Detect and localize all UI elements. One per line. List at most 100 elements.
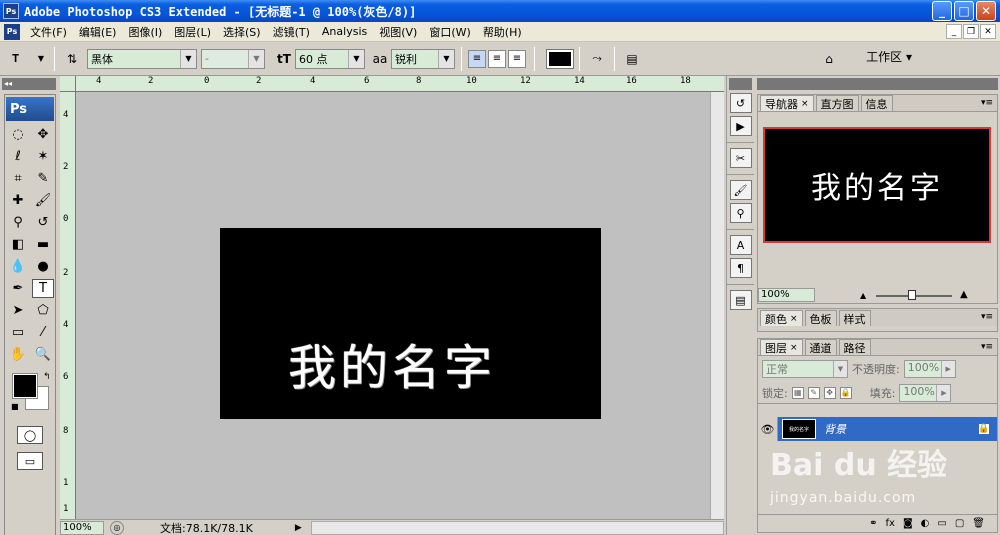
ruler-origin[interactable] [60,76,76,92]
zoom-level-field[interactable]: 100% [60,520,104,535]
history-panel-icon[interactable]: ↺ [729,93,752,113]
lock-transparency-icon[interactable]: ▦ [791,386,804,399]
layer-style-icon[interactable]: fx [886,518,895,529]
opacity-field[interactable]: 100% ▶ [903,360,956,378]
menu-window[interactable]: 窗口(W) [423,24,476,40]
tab-navigator[interactable]: 导航器 × [760,95,814,111]
default-colors-icon[interactable]: ■ [11,402,19,411]
eye-icon[interactable]: 👁 [758,417,778,441]
quick-mask-icon[interactable]: ◯ [17,426,43,444]
path-selection-tool-icon[interactable]: ➤ [7,301,29,320]
tab-swatches[interactable]: 色板 [804,310,837,326]
lasso-tool-icon[interactable]: ℓ [7,147,29,166]
layer-comps-icon[interactable]: ▤ [729,290,752,310]
font-style-select[interactable]: - ▼ [201,48,265,69]
tab-paths[interactable]: 路径 [838,339,871,355]
antialias-select[interactable]: 锐利 ▼ [391,48,455,69]
new-layer-icon[interactable]: ▢ [955,518,964,529]
bridge-icon[interactable]: ⌂ [818,48,840,70]
trash-icon[interactable]: 🗑 [972,518,985,529]
close-icon[interactable]: × [801,99,809,109]
fill-field[interactable]: 100% ▶ [899,383,952,402]
navigator-zoom-field[interactable]: 100% [758,288,815,302]
warp-text-icon[interactable]: ⤳ [586,48,608,70]
layer-row-background[interactable]: 👁 我的名字 背景 🔒 [758,417,997,441]
eraser-tool-icon[interactable]: ◧ [7,235,29,254]
zoom-in-icon[interactable]: ▲ [960,289,968,300]
clone-stamp-tool-icon[interactable]: ⚲ [7,213,29,232]
layer-selected[interactable]: 我的名字 背景 🔒 [778,417,997,441]
dock-collapse-bar[interactable] [729,78,752,90]
close-button[interactable]: ✕ [976,1,996,21]
clone-source-icon[interactable]: ⚲ [729,203,752,223]
tab-channels[interactable]: 通道 [804,339,837,355]
align-right-button[interactable]: ≡ [508,49,526,68]
brushes-panel-icon[interactable]: 🖌 [729,180,752,200]
doc-minimize-button[interactable]: _ [946,24,962,39]
layer-name[interactable]: 背景 [824,421,846,437]
new-group-icon[interactable]: ▭ [937,518,946,529]
notes-tool-icon[interactable]: ▭ [7,323,29,342]
maximize-button[interactable]: □ [954,1,974,21]
tool-presets-icon[interactable]: ✂ [729,148,752,168]
paragraph-panel-icon[interactable]: ¶ [729,258,752,278]
gradient-tool-icon[interactable]: ▬ [32,235,54,254]
toggle-text-orientation-icon[interactable]: ⇅ [61,48,83,70]
panels-collapse-bar[interactable] [757,78,998,90]
type-tool-icon[interactable]: T [32,279,54,298]
lock-all-icon[interactable]: 🔒 [839,386,852,399]
panel-menu-icon[interactable]: ▾≡ [981,342,993,352]
horizontal-scrollbar[interactable] [310,520,724,535]
navigator-zoom-knob[interactable] [908,290,916,300]
document-image[interactable]: 我的名字 [220,228,601,419]
menu-select[interactable]: 选择(S) [217,24,267,40]
lock-position-icon[interactable]: ✥ [823,386,836,399]
crop-tool-icon[interactable]: ⌗ [7,169,29,188]
slice-tool-icon[interactable]: ✎ [32,169,54,188]
horizontal-ruler[interactable]: 4 2 0 2 4 6 8 10 12 14 16 18 [76,76,724,92]
blur-tool-icon[interactable]: 💧 [7,257,29,276]
foreground-color-swatch[interactable] [12,373,38,399]
vertical-scrollbar[interactable] [710,92,724,522]
zoom-out-icon[interactable]: ▲ [860,291,866,300]
image-text-layer[interactable]: 我的名字 [288,328,496,398]
layer-mask-icon[interactable]: ◙ [903,518,913,529]
doc-restore-button[interactable]: ❐ [963,24,979,39]
tool-preset-picker[interactable]: 𝐓 ▼ [8,46,48,72]
tab-histogram[interactable]: 直方图 [815,95,859,111]
zoom-tool-icon[interactable]: 🔍 [32,345,54,364]
shape-tool-icon[interactable]: ⬠ [32,301,54,320]
close-icon[interactable]: × [790,314,798,324]
font-size-select[interactable]: 60 点 ▼ [295,48,365,69]
menu-filter[interactable]: 滤镜(T) [267,24,316,40]
move-tool-icon[interactable]: ✥ [32,125,54,144]
swap-colors-icon[interactable]: ↰ [43,372,51,382]
close-icon[interactable]: × [790,343,798,353]
menu-image[interactable]: 图像(I) [122,24,168,40]
menu-help[interactable]: 帮助(H) [477,24,528,40]
eyedropper-tool-icon[interactable]: ⁄ [32,323,54,342]
text-color-swatch[interactable] [546,48,574,69]
photoshop-logo[interactable]: Ps [6,97,54,121]
screen-mode-icon[interactable]: ▭ [17,452,43,470]
tab-layers[interactable]: 图层 × [760,339,803,355]
status-info-icon[interactable]: ◎ [110,520,124,535]
panel-menu-icon[interactable]: ▾≡ [981,98,993,108]
menu-analysis[interactable]: Analysis [316,25,373,38]
navigator-preview[interactable]: 我的名字 [763,127,991,243]
hand-tool-icon[interactable]: ✋ [7,345,29,364]
blend-mode-select[interactable]: 正常 ▼ [762,360,848,378]
minimize-button[interactable]: _ [932,1,952,21]
character-panel-icon[interactable]: ▤ [621,48,643,70]
dodge-tool-icon[interactable]: ● [32,257,54,276]
actions-panel-icon[interactable]: ▶ [729,116,752,136]
brush-tool-icon[interactable]: 🖌 [32,191,54,210]
menu-layer[interactable]: 图层(L) [168,24,217,40]
menu-edit[interactable]: 编辑(E) [73,24,123,40]
tab-color[interactable]: 颜色 × [760,310,803,326]
healing-brush-tool-icon[interactable]: ✚ [7,191,29,210]
tab-info[interactable]: 信息 [860,95,893,111]
toolbox-collapse-bar[interactable]: ◂◂ [2,78,56,90]
align-left-button[interactable]: ≡ [468,49,486,68]
marquee-tool-icon[interactable]: ◌ [7,125,29,144]
